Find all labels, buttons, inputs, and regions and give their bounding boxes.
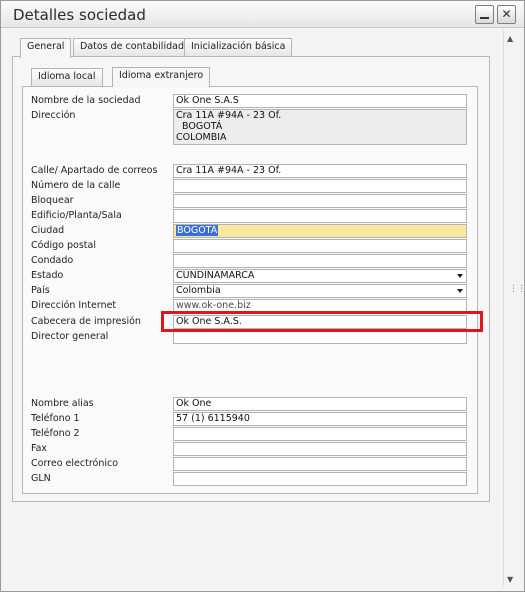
subtab-idioma-local-label: Idioma local <box>38 71 96 82</box>
minimize-icon <box>480 17 489 19</box>
county-input[interactable] <box>173 254 467 268</box>
zip-code-label: Código postal <box>31 240 96 251</box>
country-label: País <box>31 285 50 296</box>
phone2-input[interactable] <box>173 427 467 441</box>
alias-name-input[interactable]: Ok One <box>173 397 467 411</box>
tab-datos-contabilidad[interactable]: Datos de contabilidad <box>73 38 191 56</box>
building-input[interactable] <box>173 209 467 223</box>
alias-name-label: Nombre alias <box>31 398 94 409</box>
scroll-up-arrow-icon[interactable]: ▲ <box>507 34 513 43</box>
tab-inicializacion-basica-label: Inicialización básica <box>191 41 286 52</box>
street-label: Calle/ Apartado de correos <box>31 165 158 176</box>
gln-label: GLN <box>31 473 51 484</box>
fax-label: Fax <box>31 443 48 454</box>
city-input[interactable]: BOGOTÁ <box>173 224 467 238</box>
phone1-label: Teléfono 1 <box>31 413 80 424</box>
close-button[interactable]: ✕ <box>497 5 516 24</box>
street-input[interactable]: Cra 11A #94A - 23 Of. <box>173 164 467 178</box>
chevron-down-icon[interactable] <box>457 274 463 278</box>
tab-inicializacion-basica[interactable]: Inicialización básica <box>184 38 293 56</box>
print-header-label: Cabecera de impresión <box>31 316 141 327</box>
block-input[interactable] <box>173 194 467 208</box>
company-name-label: Nombre de la sociedad <box>31 95 141 106</box>
email-label: Correo electrónico <box>31 458 119 469</box>
building-label: Edificio/Planta/Sala <box>31 210 122 221</box>
state-value: CUNDINAMARCA <box>176 270 255 281</box>
vertical-scrollbar[interactable]: ▲ ⋮⋮ ▼ <box>503 30 525 586</box>
country-value: Colombia <box>176 285 221 296</box>
email-input[interactable] <box>173 457 467 471</box>
address-label: Dirección <box>31 110 76 121</box>
tab-datos-contabilidad-label: Datos de contabilidad <box>80 41 184 52</box>
address-display: Cra 11A #94A - 23 Of. BOGOTÁ COLOMBIA <box>173 109 467 145</box>
fax-input[interactable] <box>173 442 467 456</box>
highlight-annotation-box <box>161 311 483 332</box>
street-number-input[interactable] <box>173 179 467 193</box>
state-select[interactable]: CUNDINAMARCA <box>173 269 467 283</box>
subtab-idioma-local[interactable]: Idioma local <box>31 68 103 86</box>
title-bar[interactable]: Detalles sociedad ✕ <box>1 1 524 28</box>
close-icon: ✕ <box>501 7 512 21</box>
street-number-label: Número de la calle <box>31 180 121 191</box>
zip-code-input[interactable] <box>173 239 467 253</box>
internet-address-value: www.ok-one.biz <box>176 300 251 311</box>
phone1-input[interactable]: 57 (1) 6115940 <box>173 412 467 426</box>
state-label: Estado <box>31 270 64 281</box>
tab-general[interactable]: General <box>20 38 72 58</box>
block-label: Bloquear <box>31 195 74 206</box>
window-title: Detalles sociedad <box>13 6 146 24</box>
scroll-grip-icon: ⋮⋮ <box>509 284 525 294</box>
subtab-idioma-extranjero-label: Idioma extranjero <box>119 70 204 81</box>
phone2-label: Teléfono 2 <box>31 428 80 439</box>
general-manager-input[interactable] <box>173 330 467 344</box>
city-label: Ciudad <box>31 225 65 236</box>
scroll-down-arrow-icon[interactable]: ▼ <box>507 575 513 584</box>
country-select[interactable]: Colombia <box>173 284 467 298</box>
subtab-idioma-extranjero[interactable]: Idioma extranjero <box>112 67 211 87</box>
general-manager-label: Director general <box>31 331 109 342</box>
tab-general-label: General <box>27 41 65 52</box>
minimize-button[interactable] <box>475 5 494 24</box>
gln-input[interactable] <box>173 472 467 486</box>
county-label: Condado <box>31 255 74 266</box>
chevron-down-icon[interactable] <box>457 289 463 293</box>
internet-address-label: Dirección Internet <box>31 300 117 311</box>
city-value: BOGOTÁ <box>176 225 219 236</box>
company-name-input[interactable]: Ok One S.A.S <box>173 94 467 108</box>
